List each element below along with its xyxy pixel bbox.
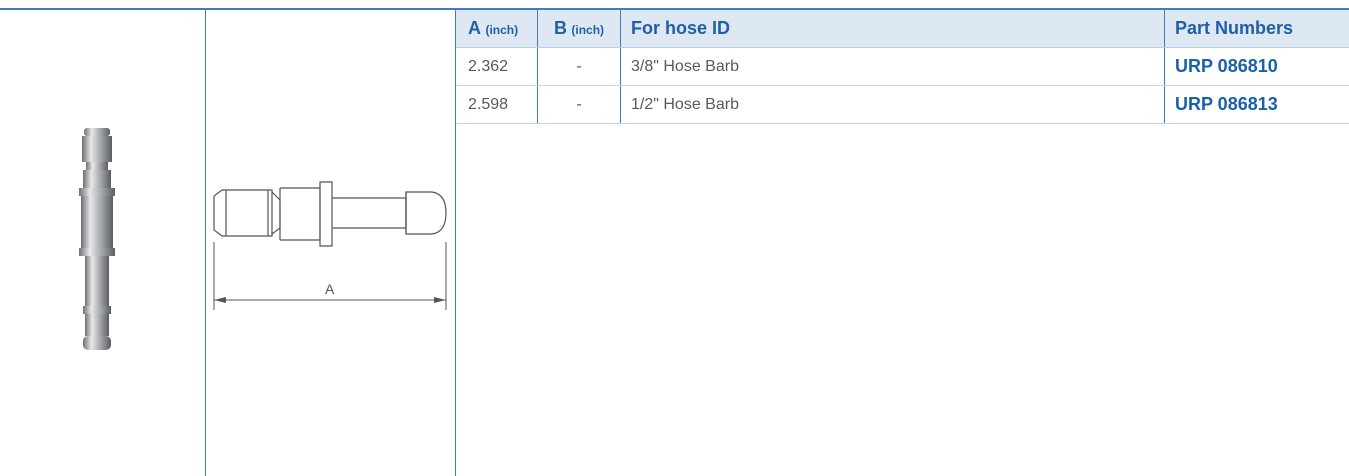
header-hose-id: For hose ID (631, 18, 731, 38)
cell-b: - (576, 96, 582, 113)
dimension-drawing: A (213, 181, 447, 310)
header-b: B (inch) (553, 18, 605, 38)
product-photo (79, 128, 115, 350)
table-row: 2.598 - 1/2" Hose Barb URP 086813 (456, 86, 1349, 124)
cell-a: 2.598 (468, 96, 509, 113)
cell-hose-id: 1/2" Hose Barb (631, 96, 739, 113)
column-divider (205, 8, 206, 476)
header-a: A (inch) (468, 18, 519, 38)
dimension-a-label: A (325, 281, 335, 297)
cell-b: - (576, 58, 582, 75)
cell-hose-id: 3/8" Hose Barb (631, 58, 739, 75)
header-part-numbers: Part Numbers (1175, 18, 1294, 38)
table-header: A (inch) B (inch) For hose ID Part Numbe… (456, 10, 1349, 48)
cell-a: 2.362 (468, 58, 509, 75)
spec-table: A (inch) B (inch) For hose ID Part Numbe… (456, 10, 1349, 124)
part-number-link[interactable]: URP 086810 (1165, 48, 1349, 85)
table-row: 2.362 - 3/8" Hose Barb URP 086810 (456, 48, 1349, 86)
part-number-link[interactable]: URP 086813 (1165, 86, 1349, 123)
